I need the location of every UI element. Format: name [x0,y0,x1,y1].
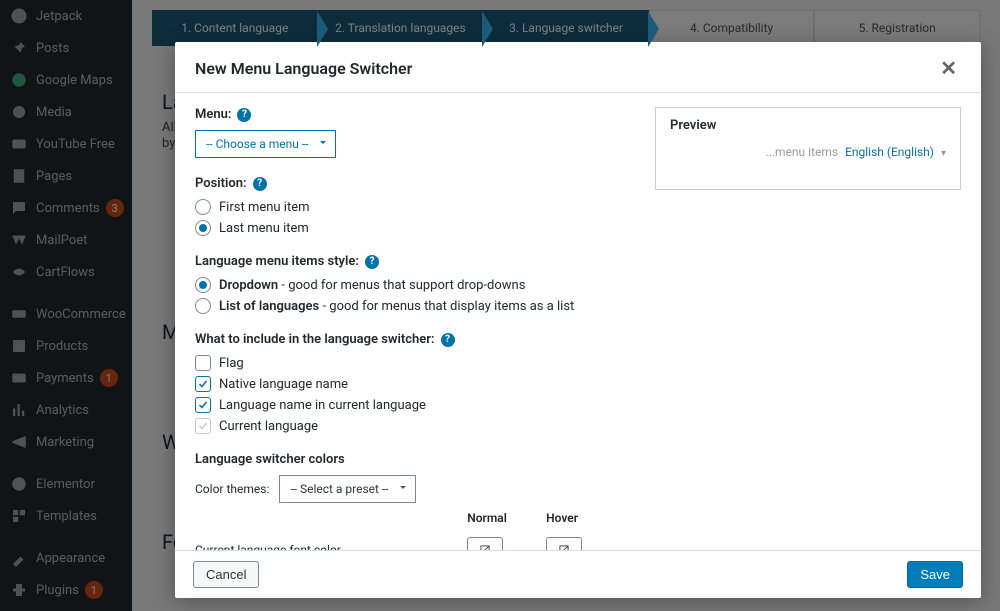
cancel-button[interactable]: Cancel [193,561,259,588]
column-normal: Normal [467,511,546,525]
option-label: Last menu item [219,221,309,236]
menu-label: Menu:? [195,107,625,122]
option-label: Language name in current language [219,398,426,413]
modal-body: Preview ...menu items English (English) … [175,93,981,550]
option-label: Current language [219,419,318,434]
help-icon[interactable]: ? [253,177,267,191]
modal-title: New Menu Language Switcher [195,59,412,78]
preview-line: ...menu items English (English) ▾ [670,145,946,159]
style-option-dropdown[interactable]: Dropdown - good for menus that support d… [195,277,625,293]
preview-panel: Preview ...menu items English (English) … [655,107,961,190]
position-option-last[interactable]: Last menu item [195,220,625,236]
option-label: List of languages - good for menus that … [219,299,574,314]
themes-label: Color themes: [195,482,269,496]
preview-items-text: ...menu items [766,145,839,159]
radio-icon [195,298,211,314]
preview-title: Preview [670,118,946,133]
modal-header: New Menu Language Switcher ✕ [175,42,981,93]
font-color-hover-swatch[interactable] [546,537,582,550]
chevron-down-icon: ▾ [941,148,946,159]
style-label: Language menu items style:? [195,254,625,269]
preview-language-link[interactable]: English (English) [845,145,934,159]
chevron-down-icon [317,137,329,152]
option-label: Flag [219,356,244,371]
close-icon[interactable]: ✕ [936,56,961,80]
color-theme-select[interactable]: -- Select a preset -- [279,475,415,503]
modal-footer: Cancel Save [175,550,981,598]
checkbox-icon [195,397,211,413]
help-icon[interactable]: ? [237,108,251,122]
option-label: Dropdown - good for menus that support d… [219,278,525,293]
radio-icon [195,199,211,215]
column-hover: Hover [546,511,625,525]
include-option-flag[interactable]: Flag [195,355,625,371]
select-value: -- Select a preset -- [290,482,388,496]
radio-icon [195,220,211,236]
checkbox-icon [195,355,211,371]
save-button[interactable]: Save [907,561,963,588]
chevron-down-icon [397,482,409,497]
radio-icon [195,277,211,293]
help-icon[interactable]: ? [441,333,455,347]
style-option-list[interactable]: List of languages - good for menus that … [195,298,625,314]
position-label: Position:? [195,176,625,191]
option-label: Native language name [219,377,348,392]
include-option-current[interactable]: Current language [195,418,625,434]
sidebar-overlay [0,0,132,611]
include-option-native[interactable]: Native language name [195,376,625,392]
menu-select[interactable]: -- Choose a menu -- [195,130,336,158]
checkbox-icon [195,376,211,392]
select-value: -- Choose a menu -- [206,137,309,151]
modal-dialog: New Menu Language Switcher ✕ Preview ...… [175,42,981,598]
color-table: Normal Hover Current language font color… [195,511,625,550]
position-option-first[interactable]: First menu item [195,199,625,215]
include-option-currentlang[interactable]: Language name in current language [195,397,625,413]
help-icon[interactable]: ? [365,255,379,269]
font-color-normal-swatch[interactable] [467,537,503,550]
color-row-label: Current language font color [195,543,467,550]
colors-label: Language switcher colors [195,452,625,467]
checkbox-icon [195,418,211,434]
option-label: First menu item [219,200,310,215]
include-label: What to include in the language switcher… [195,332,625,347]
